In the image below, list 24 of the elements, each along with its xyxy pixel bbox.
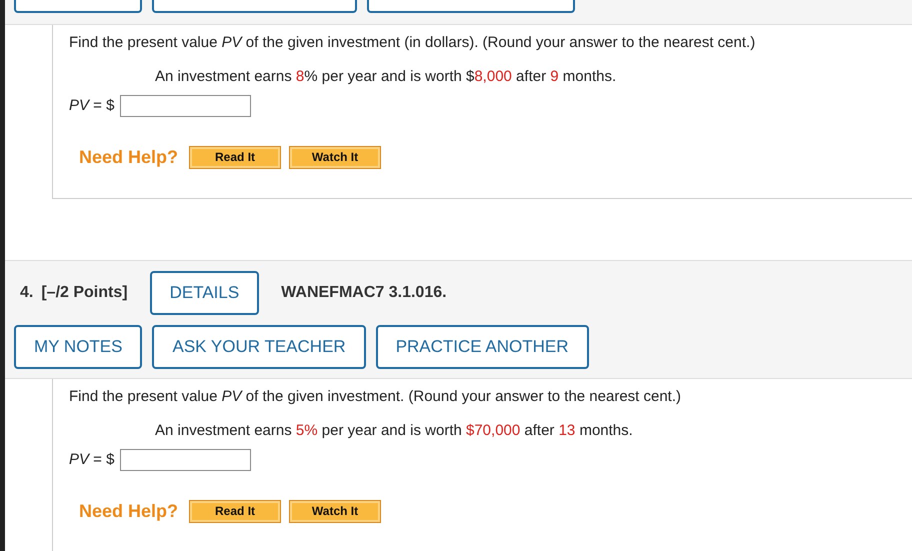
need-help-label: Need Help?: [79, 146, 178, 169]
problem-code: WANEFMAC7 3.1.016.: [281, 283, 447, 303]
help-button[interactable]: Read It: [189, 146, 282, 168]
answer-field[interactable]: [120, 449, 252, 472]
points-label: [–/2 Points]: [41, 283, 128, 303]
details-button[interactable]: DETAILS: [150, 271, 260, 315]
cut-off-button[interactable]: [14, 0, 142, 13]
need-help-label: Need Help?: [79, 500, 178, 523]
help-button[interactable]: Watch It: [289, 146, 382, 168]
answer-label: PV = $: [69, 450, 114, 470]
answer-field[interactable]: [120, 95, 252, 118]
cut-off-button[interactable]: [152, 0, 357, 13]
question-number: 4.: [20, 283, 34, 303]
action-button[interactable]: ASK YOUR TEACHER: [152, 325, 366, 369]
help-button[interactable]: Read It: [189, 500, 282, 522]
cut-off-button[interactable]: [367, 0, 575, 13]
investment-statement: An investment earns 5% per year and is worth $70,000 after 13 months.: [155, 421, 634, 441]
answer-label: PV = $: [69, 96, 114, 116]
question-prompt: Find the present value PV of the given investment (in dollars). (Round your answer to the nearest cent.): [69, 33, 756, 53]
question-prompt: Find the present value PV of the given investment. (Round your answer to the nearest cent.): [69, 387, 682, 407]
action-button[interactable]: MY NOTES: [14, 325, 142, 369]
action-button[interactable]: PRACTICE ANOTHER: [376, 325, 589, 369]
help-button[interactable]: Watch It: [289, 500, 382, 522]
investment-statement: An investment earns 8% per year and is worth $8,000 after 9 months.: [155, 67, 618, 87]
